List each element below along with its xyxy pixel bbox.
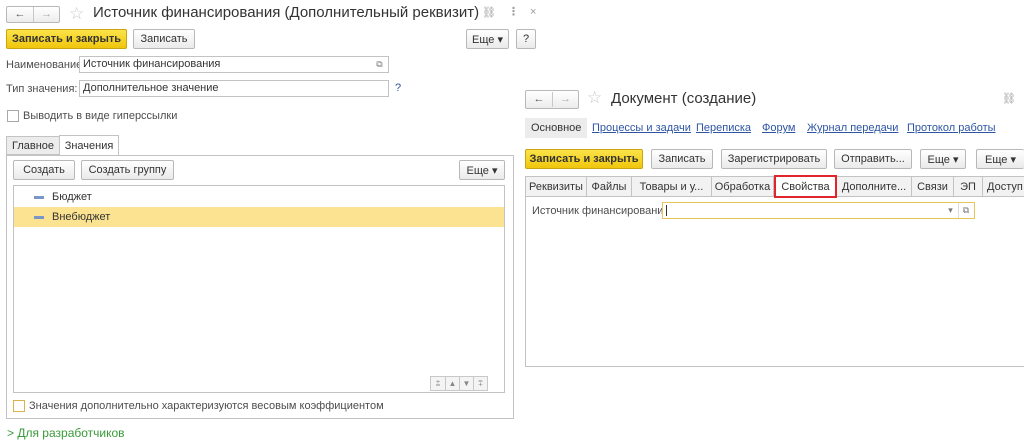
name-field[interactable]: Источник финансирования bbox=[79, 56, 389, 73]
scroll-down-icon[interactable]: ▼ bbox=[459, 377, 473, 390]
nav-link-correspondence[interactable]: Переписка bbox=[696, 122, 751, 134]
list-scroll-buttons: ⩲ ▲ ▼ ⩱ bbox=[430, 376, 488, 391]
item-icon bbox=[34, 215, 44, 219]
subtab-signatures[interactable]: ЭП bbox=[954, 177, 983, 196]
open-icon[interactable]: ⧉ bbox=[958, 203, 973, 218]
subtab-access[interactable]: Доступ bbox=[983, 177, 1024, 196]
name-label: Наименование: bbox=[6, 59, 86, 71]
hyperlink-checkbox[interactable] bbox=[7, 110, 19, 122]
link-icon[interactable]: ⛓ bbox=[1002, 93, 1016, 105]
dropdown-icon[interactable]: ▾ bbox=[943, 203, 958, 218]
left-nav-buttons: ← → bbox=[6, 6, 60, 23]
funding-source-field[interactable] bbox=[662, 202, 975, 219]
funding-source-label: Источник финансирования: bbox=[532, 205, 673, 217]
hyperlink-checkbox-label: Выводить в виде гиперссылки bbox=[23, 110, 178, 122]
right-nav-buttons: ← → bbox=[525, 90, 579, 109]
help-button[interactable]: ? bbox=[516, 29, 536, 49]
subtab-additional[interactable]: Дополните... bbox=[837, 177, 912, 196]
nav-link-work-log[interactable]: Протокол работы bbox=[907, 122, 996, 134]
value-type-label: Тип значения: bbox=[6, 83, 78, 95]
weight-checkbox-label: Значения дополнительно характеризуются в… bbox=[29, 400, 384, 412]
weight-checkbox[interactable] bbox=[13, 400, 25, 412]
scroll-up-icon[interactable]: ▲ bbox=[445, 377, 459, 390]
favorite-star-icon[interactable]: ☆ bbox=[587, 89, 602, 106]
nav-link-transfer-log[interactable]: Журнал передачи bbox=[807, 122, 898, 134]
value-type-help-icon[interactable]: ? bbox=[395, 82, 401, 94]
back-arrow-icon[interactable]: ← bbox=[526, 92, 552, 107]
doc-more-button-2[interactable]: Еще ▾ bbox=[976, 149, 1024, 169]
register-button[interactable]: Зарегистрировать bbox=[721, 149, 827, 169]
item-icon bbox=[34, 195, 44, 199]
doc-more-button[interactable]: Еще ▾ bbox=[920, 149, 966, 169]
properties-panel bbox=[525, 197, 1024, 367]
more-button[interactable]: Еще ▾ bbox=[466, 29, 509, 49]
right-window-title: Документ (создание) bbox=[611, 90, 757, 107]
send-button[interactable]: Отправить... bbox=[834, 149, 912, 169]
doc-save-and-close-button[interactable]: Записать и закрыть bbox=[525, 149, 643, 169]
value-type-field[interactable]: Дополнительное значение bbox=[79, 80, 389, 97]
back-arrow-icon[interactable]: ← bbox=[7, 7, 33, 22]
forward-arrow-icon[interactable]: → bbox=[33, 7, 59, 22]
list-item-selected[interactable]: Внебюджет bbox=[14, 207, 504, 227]
tab-main[interactable]: Главное bbox=[6, 136, 60, 155]
doc-save-button[interactable]: Записать bbox=[651, 149, 713, 169]
subtab-requisites[interactable]: Реквизиты bbox=[526, 177, 587, 196]
subtab-files[interactable]: Файлы bbox=[587, 177, 632, 196]
open-icon[interactable]: ⧉ bbox=[372, 57, 387, 72]
link-icon[interactable]: ⛓ bbox=[482, 7, 496, 19]
subtab-processing[interactable]: Обработка bbox=[712, 177, 774, 196]
create-group-button[interactable]: Создать группу bbox=[81, 160, 174, 180]
save-button[interactable]: Записать bbox=[133, 29, 195, 49]
list-item[interactable]: Бюджет bbox=[14, 187, 504, 207]
values-more-button[interactable]: Еще ▾ bbox=[459, 160, 505, 180]
text-cursor bbox=[666, 205, 667, 216]
subtab-links[interactable]: Связи bbox=[912, 177, 954, 196]
close-icon[interactable]: × bbox=[530, 6, 536, 18]
forward-arrow-icon[interactable]: → bbox=[552, 92, 578, 107]
list-item-label: Бюджет bbox=[52, 191, 92, 203]
create-button[interactable]: Создать bbox=[13, 160, 75, 180]
left-window-title: Источник финансирования (Дополнительный … bbox=[93, 4, 480, 21]
list-item-label: Внебюджет bbox=[52, 211, 111, 223]
subtab-goods[interactable]: Товары и у... bbox=[632, 177, 712, 196]
subtab-properties[interactable]: Свойства bbox=[774, 175, 837, 198]
favorite-star-icon[interactable]: ☆ bbox=[69, 5, 84, 22]
nav-link-forum[interactable]: Форум bbox=[762, 122, 795, 134]
nav-link-processes[interactable]: Процессы и задачи bbox=[592, 122, 691, 134]
developers-link[interactable]: > Для разработчиков bbox=[7, 426, 125, 440]
tab-values[interactable]: Значения bbox=[59, 135, 119, 156]
more-vertical-icon[interactable]: ⋮ bbox=[508, 6, 519, 18]
save-and-close-button[interactable]: Записать и закрыть bbox=[6, 29, 127, 49]
scroll-bottom-icon[interactable]: ⩱ bbox=[473, 377, 487, 390]
scroll-top-icon[interactable]: ⩲ bbox=[431, 377, 445, 390]
nav-link-main[interactable]: Основное bbox=[531, 122, 581, 134]
